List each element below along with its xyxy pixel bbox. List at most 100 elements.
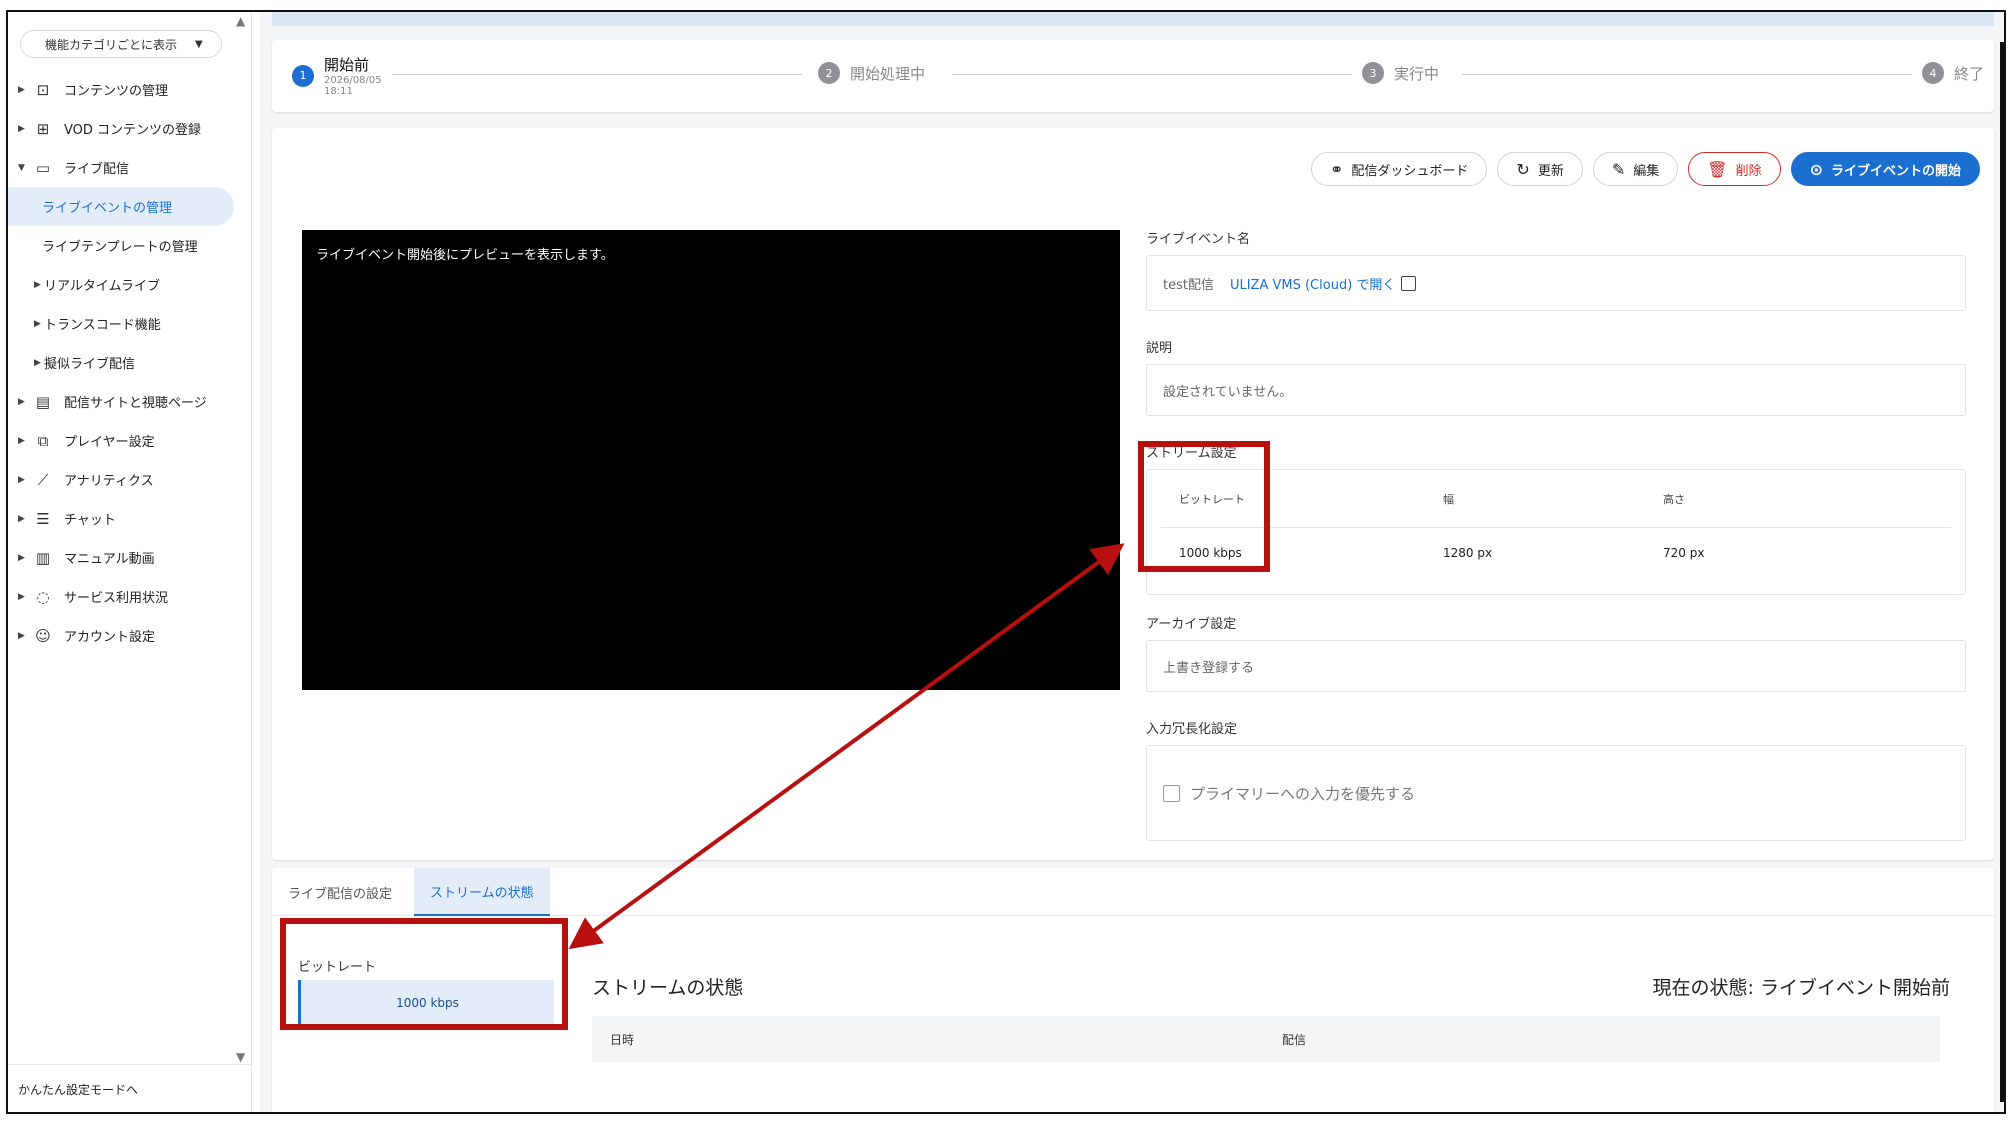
step-3: 3 実行中 bbox=[1362, 62, 1439, 84]
delete-button[interactable]: 🗑 削除 bbox=[1688, 152, 1781, 186]
sidebar-item-live-events[interactable]: ライブイベントの管理 bbox=[8, 187, 234, 226]
header-datetime: 日時 bbox=[610, 1032, 635, 1047]
sidebar-item-account[interactable]: ▶ ☺ アカウント設定 bbox=[8, 616, 238, 655]
status-table-header: 日時 配信 bbox=[592, 1016, 1940, 1062]
table-row: 1000 kbps 1280 px 720 px bbox=[1161, 528, 1951, 578]
edit-button[interactable]: ✎ 編集 bbox=[1592, 152, 1679, 186]
button-label: 配信ダッシュボード bbox=[1351, 163, 1469, 179]
step-label: 実行中 bbox=[1394, 64, 1440, 83]
caret-down-icon: ▼ bbox=[18, 162, 25, 173]
step-label: 終了 bbox=[1954, 64, 1985, 83]
progress-stepper: 1 開始前 2026/08/05 18:11 2 開始処理中 3 実行中 4 終… bbox=[272, 40, 1994, 112]
step-connector bbox=[392, 74, 802, 75]
caret-right-icon: ▶ bbox=[18, 552, 25, 563]
step-4: 4 終了 bbox=[1922, 62, 1984, 84]
checkbox-label: プライマリーへの入力を優先する bbox=[1190, 784, 1416, 803]
archive-value: 上書き登録する bbox=[1163, 660, 1255, 676]
sidebar-item-label: マニュアル動画 bbox=[64, 552, 155, 567]
step-time: 18:11 bbox=[324, 86, 353, 97]
external-link-icon[interactable] bbox=[1401, 275, 1417, 291]
step-2: 2 開始処理中 bbox=[818, 62, 925, 84]
step-connector bbox=[952, 74, 1352, 75]
sidebar-item-transcode[interactable]: ▶ トランスコード機能 bbox=[8, 304, 238, 343]
sidebar-item-label: アナリティクス bbox=[64, 474, 154, 489]
trash-icon: 🗑 bbox=[1707, 159, 1728, 179]
button-label: ライブイベントの開始 bbox=[1830, 163, 1961, 179]
sidebar-item-pseudo-live[interactable]: ▶ 擬似ライブ配信 bbox=[8, 343, 238, 382]
usage-circle-icon: ◌ bbox=[36, 587, 50, 606]
stream-status-title: ストリームの状態 bbox=[592, 977, 744, 999]
sidebar-item-realtime-live[interactable]: ▶ リアルタイムライブ bbox=[8, 265, 238, 304]
sidebar-item-label: サービス利用状況 bbox=[64, 591, 169, 606]
tab-stream-status[interactable]: ストリームの状態 bbox=[414, 868, 550, 916]
step-connector bbox=[1462, 74, 1912, 75]
sidebar-item-usage[interactable]: ▶ ◌ サービス利用状況 bbox=[8, 577, 238, 616]
top-banner bbox=[272, 12, 1994, 26]
sidebar-nav: ▶ ⊡ コンテンツの管理 ▶ ⊞ VOD コンテンツの登録 ▼ ▭ ライブ配信 … bbox=[8, 70, 238, 655]
step-number: 4 bbox=[1922, 62, 1944, 84]
sidebar-item-sites[interactable]: ▶ ▤ 配信サイトと視聴ページ bbox=[8, 382, 238, 421]
play-square-icon: ⊡ bbox=[36, 80, 50, 99]
caret-right-icon: ▶ bbox=[18, 396, 25, 407]
redundancy-label: 入力冗長化設定 bbox=[1146, 722, 1238, 737]
pencil-icon: ✎ bbox=[1611, 159, 1626, 179]
video-preview: ライブイベント開始後にプレビューを表示します。 bbox=[302, 230, 1120, 690]
caret-right-icon: ▶ bbox=[18, 630, 25, 641]
start-live-event-button[interactable]: ⊙ ライブイベントの開始 bbox=[1790, 152, 1980, 186]
sidebar-item-label: 擬似ライブ配信 bbox=[44, 357, 136, 372]
caret-right-icon: ▶ bbox=[18, 123, 25, 134]
sidebar-item-label: リアルタイムライブ bbox=[44, 279, 160, 294]
sidebar-item-label: 配信サイトと視聴ページ bbox=[64, 396, 207, 411]
refresh-button[interactable]: ↻ 更新 bbox=[1497, 152, 1583, 186]
checkbox-icon bbox=[1163, 784, 1180, 802]
tab-bar: ライブ配信の設定 ストリームの状態 bbox=[272, 868, 1994, 916]
sidebar-item-label: アカウント設定 bbox=[64, 630, 156, 645]
sidebar: ▲ 機能カテゴリごとに表示 ▼ ▶ ⊡ コンテンツの管理 ▶ ⊞ VOD コンテ… bbox=[8, 12, 252, 1112]
open-in-vms-link[interactable]: ULIZA VMS (Cloud) で開く bbox=[1230, 274, 1395, 293]
table-header-row: ビットレート 幅 高さ bbox=[1161, 470, 1951, 528]
sidebar-item-live[interactable]: ▼ ▭ ライブ配信 bbox=[8, 148, 238, 187]
sidebar-item-label: コンテンツの管理 bbox=[64, 84, 169, 99]
sidebar-item-analytics[interactable]: ▶ ⟋ アナリティクス bbox=[8, 460, 238, 499]
sidebar-item-label: チャット bbox=[64, 513, 116, 528]
live-event-card: ⚭ 配信ダッシュボード ↻ 更新 ✎ 編集 🗑 削除 ⊙ ライブイベントの開始 … bbox=[272, 128, 1994, 860]
sidebar-item-live-templates[interactable]: ライブテンプレートの管理 bbox=[8, 226, 238, 265]
player-settings-icon: ⧉ bbox=[37, 431, 49, 450]
sidebar-item-contents[interactable]: ▶ ⊡ コンテンツの管理 bbox=[8, 70, 238, 109]
caret-right-icon: ▶ bbox=[18, 591, 25, 602]
category-select[interactable]: 機能カテゴリごとに表示 ▼ bbox=[20, 30, 222, 58]
sidebar-item-label: ライブテンプレートの管理 bbox=[42, 240, 198, 255]
window-scrollbar[interactable] bbox=[2000, 42, 2004, 1102]
sidebar-item-label: VOD コンテンツの登録 bbox=[64, 123, 202, 138]
preview-message: ライブイベント開始後にプレビューを表示します。 bbox=[316, 248, 614, 263]
description-field: 設定されていません。 bbox=[1146, 364, 1966, 416]
event-name-value: test配信 bbox=[1163, 277, 1214, 293]
sidebar-item-player[interactable]: ▶ ⧉ プレイヤー設定 bbox=[8, 421, 238, 460]
current-status: 現在の状態: ライブイベント開始前 bbox=[1652, 977, 1950, 999]
button-label: 削除 bbox=[1735, 163, 1762, 179]
primary-priority-checkbox[interactable]: プライマリーへの入力を優先する bbox=[1163, 783, 1415, 804]
scroll-up-icon[interactable]: ▲ bbox=[236, 14, 245, 28]
step-date: 2026/08/05 bbox=[324, 75, 382, 86]
account-circle-icon: ☺ bbox=[35, 626, 51, 645]
redundancy-field: プライマリーへの入力を優先する bbox=[1146, 745, 1966, 841]
tab-live-settings[interactable]: ライブ配信の設定 bbox=[272, 868, 408, 916]
description-label: 説明 bbox=[1146, 341, 1173, 356]
header-width: 幅 bbox=[1443, 492, 1454, 506]
caret-right-icon: ▶ bbox=[34, 318, 41, 329]
sidebar-item-chat[interactable]: ▶ ☰ チャット bbox=[8, 499, 238, 538]
scroll-down-icon[interactable]: ▼ bbox=[236, 1050, 245, 1064]
category-select-label: 機能カテゴリごとに表示 bbox=[45, 37, 178, 52]
description-value: 設定されていません。 bbox=[1163, 384, 1293, 400]
easy-mode-link[interactable]: かんたん設定モードへ bbox=[8, 1064, 252, 1112]
sidebar-item-vod-register[interactable]: ▶ ⊞ VOD コンテンツの登録 bbox=[8, 109, 238, 148]
archive-field: 上書き登録する bbox=[1146, 640, 1966, 692]
step-label: 開始前 bbox=[324, 56, 370, 74]
dashboard-button[interactable]: ⚭ 配信ダッシュボード bbox=[1310, 152, 1488, 186]
caret-right-icon: ▶ bbox=[18, 84, 25, 95]
action-toolbar: ⚭ 配信ダッシュボード ↻ 更新 ✎ 編集 🗑 削除 ⊙ ライブイベントの開始 bbox=[1310, 152, 1980, 186]
caret-right-icon: ▶ bbox=[18, 435, 25, 446]
archive-label: アーカイブ設定 bbox=[1146, 617, 1237, 632]
step-label: 開始処理中 bbox=[850, 64, 926, 83]
sidebar-item-manual[interactable]: ▶ ▥ マニュアル動画 bbox=[8, 538, 238, 577]
